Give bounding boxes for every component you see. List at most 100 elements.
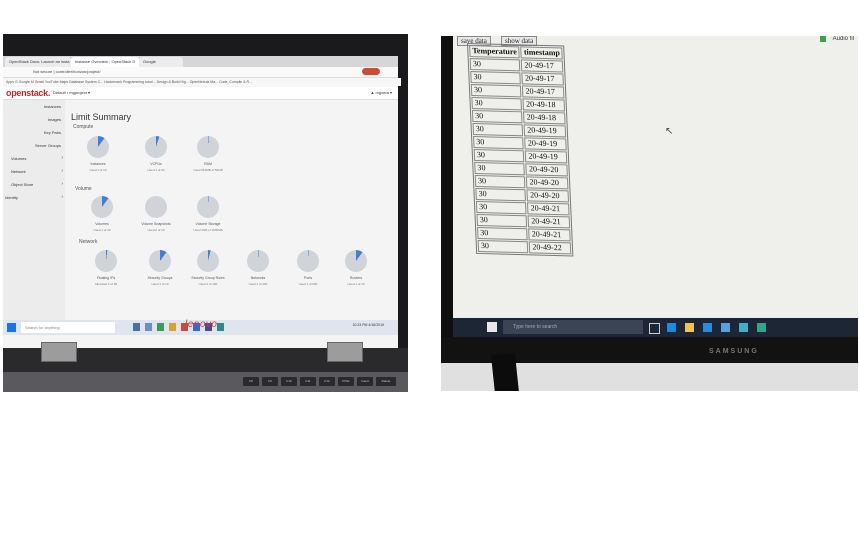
windows-start-icon[interactable] bbox=[487, 322, 497, 332]
temperature-cell: 30 bbox=[477, 226, 529, 241]
temperature-cell: 30 bbox=[474, 175, 526, 189]
table-row: 30 20-49-21 bbox=[475, 200, 571, 216]
pie-usage-text: Used 1 of 500 bbox=[298, 282, 318, 286]
windows-start-icon[interactable] bbox=[7, 323, 16, 332]
sidebar-item-images[interactable]: Images bbox=[48, 117, 61, 122]
temperature-cell: 30 bbox=[475, 200, 527, 215]
browser-tab-active[interactable]: Instance Overview - OpenStack D bbox=[71, 57, 139, 67]
timestamp-cell: 20-49-19 bbox=[524, 137, 568, 151]
temperature-cell: 30 bbox=[474, 162, 526, 176]
chevron-right-icon: › bbox=[61, 181, 63, 187]
pie-label: Security Groups bbox=[147, 276, 173, 280]
taskbar-search-input[interactable]: Search for anything bbox=[21, 322, 115, 333]
timestamp-cell: 20-49-19 bbox=[525, 150, 568, 164]
table-row: 30 20-49-20 bbox=[474, 162, 569, 177]
lenovo-logo: lenovo bbox=[185, 319, 218, 330]
pie-label: Volume Storage bbox=[195, 222, 221, 226]
sidebar-item-object-store[interactable]: Object Store bbox=[11, 182, 33, 187]
openstack-sidebar: Instances Images Key Pairs Server Groups… bbox=[3, 100, 65, 320]
temperature-cell: 30 bbox=[476, 213, 528, 228]
usage-pie-chart bbox=[197, 136, 219, 158]
pie-usage-text: Used 1 of 10 bbox=[151, 282, 169, 286]
temperature-cell: 30 bbox=[470, 84, 522, 98]
temperature-table: Temperature timestamp 30 20-49-17 30 20-49-… bbox=[467, 43, 574, 257]
usage-pie-chart bbox=[247, 250, 269, 272]
taskbar-search-input[interactable]: Type here to search bbox=[503, 320, 643, 334]
sidebar-item-instances[interactable]: Instances bbox=[44, 104, 61, 109]
sidebar-item-key-pairs[interactable]: Key Pairs bbox=[44, 130, 61, 135]
table-row: 30 20-49-18 bbox=[471, 97, 566, 112]
temperature-cell: 30 bbox=[473, 149, 525, 163]
pie-label: Ports bbox=[303, 276, 313, 280]
taskbar-app-icon[interactable] bbox=[217, 323, 224, 331]
laptop-screen: OpenStack Docs: Launch an insta Instance… bbox=[3, 56, 401, 348]
audio-file-link[interactable]: Audio fil bbox=[833, 36, 854, 42]
keyboard-key: F12 bbox=[319, 377, 335, 386]
openstack-header: openstack. Default • mgproject ▾ ▲ mgver… bbox=[3, 87, 398, 100]
taskbar-app-icon[interactable] bbox=[739, 323, 748, 332]
temperature-cell: 30 bbox=[471, 97, 523, 111]
task-view-icon[interactable] bbox=[649, 323, 660, 334]
sidebar-item-identity[interactable]: Identity bbox=[5, 195, 18, 200]
sidebar-item-server-groups[interactable]: Server Groups bbox=[35, 143, 61, 148]
sidebar-item-network[interactable]: Network bbox=[11, 169, 26, 174]
pie-usage-text: Used 1 of 100 bbox=[248, 282, 268, 286]
bookmarks-bar[interactable]: Apps G Google M Gmail YouTube Maps Datab… bbox=[3, 78, 401, 86]
table-row: 30 20-49-19 bbox=[473, 149, 568, 164]
timestamp-cell: 20-49-18 bbox=[522, 98, 566, 112]
laptop-screen: save data show data Audio fil Temperatur… bbox=[453, 36, 858, 318]
keyboard-key: F9 bbox=[262, 377, 278, 386]
temperature-cell: 30 bbox=[477, 239, 529, 254]
taskbar-app-icon[interactable] bbox=[145, 323, 152, 331]
temperature-cell: 30 bbox=[472, 123, 524, 137]
pie-label: Networks bbox=[250, 276, 266, 280]
table-row: 30 20-49-21 bbox=[477, 226, 572, 242]
pie-label: Security Group Rules bbox=[191, 276, 225, 280]
table-row: 30 20-49-20 bbox=[475, 188, 570, 203]
timestamp-cell: 20-49-20 bbox=[526, 189, 570, 203]
profile-button[interactable] bbox=[362, 68, 380, 75]
taskbar-app-icon[interactable] bbox=[703, 323, 712, 332]
table-row: 30 20-49-17 bbox=[469, 58, 564, 73]
address-bar[interactable]: Not secure | controller/horizon/project/ bbox=[3, 67, 398, 78]
samsung-logo: SAMSUNG bbox=[709, 348, 759, 355]
pie-label: Volume Snapshots bbox=[141, 222, 171, 226]
section-compute: Compute bbox=[73, 124, 94, 130]
timestamp-cell: 20-49-17 bbox=[521, 72, 565, 86]
pie-usage-text: Used 512MB of 50GB bbox=[193, 168, 223, 172]
timestamp-cell: 20-49-18 bbox=[523, 111, 567, 125]
timestamp-cell: 20-49-17 bbox=[522, 85, 565, 99]
project-selector[interactable]: Default • mgproject ▾ bbox=[53, 90, 90, 95]
browser-tab[interactable]: Google bbox=[139, 57, 183, 67]
browser-tab-bar: OpenStack Docs: Launch an insta Instance… bbox=[3, 56, 398, 67]
temperature-cell: 30 bbox=[470, 71, 522, 85]
pie-label: RAM bbox=[204, 162, 212, 166]
pie-usage-text: Used 1 of 10 bbox=[93, 228, 111, 232]
section-volume: Volume bbox=[75, 186, 92, 192]
timestamp-cell: 20-49-17 bbox=[521, 59, 564, 73]
file-explorer-icon[interactable] bbox=[685, 323, 694, 332]
page-title: Limit Summary bbox=[71, 112, 132, 122]
laptop-hinge bbox=[327, 342, 363, 362]
user-menu[interactable]: ▲ mgvera ▾ bbox=[370, 90, 392, 95]
pie-usage-text: Used 1 of 10 bbox=[89, 168, 107, 172]
chevron-right-icon: › bbox=[61, 155, 63, 161]
taskbar-app-icon[interactable] bbox=[721, 323, 730, 332]
pie-label: Routers bbox=[349, 276, 363, 280]
usage-pie-chart bbox=[91, 196, 113, 218]
taskbar-app-icon[interactable] bbox=[133, 323, 140, 331]
timestamp-cell: 20-49-21 bbox=[527, 202, 571, 216]
openstack-logo[interactable]: openstack. bbox=[6, 88, 50, 98]
taskbar-app-icon[interactable] bbox=[757, 323, 766, 332]
keyboard-key: PrtSc bbox=[338, 377, 354, 386]
taskbar-app-icon[interactable] bbox=[157, 323, 164, 331]
sidebar-item-volumes[interactable]: Volumes bbox=[11, 156, 26, 161]
pie-label: Volumes bbox=[95, 222, 109, 226]
pie-usage-text: Used 1GB of 1000GB bbox=[193, 228, 223, 232]
audio-file-icon[interactable] bbox=[820, 36, 826, 42]
taskbar-app-icon[interactable] bbox=[169, 323, 176, 331]
browser-tab[interactable]: OpenStack Docs: Launch an insta bbox=[5, 57, 71, 67]
usage-pie-chart bbox=[149, 250, 171, 272]
taskbar-app-icon[interactable] bbox=[667, 323, 676, 332]
usage-pie-chart bbox=[345, 250, 367, 272]
